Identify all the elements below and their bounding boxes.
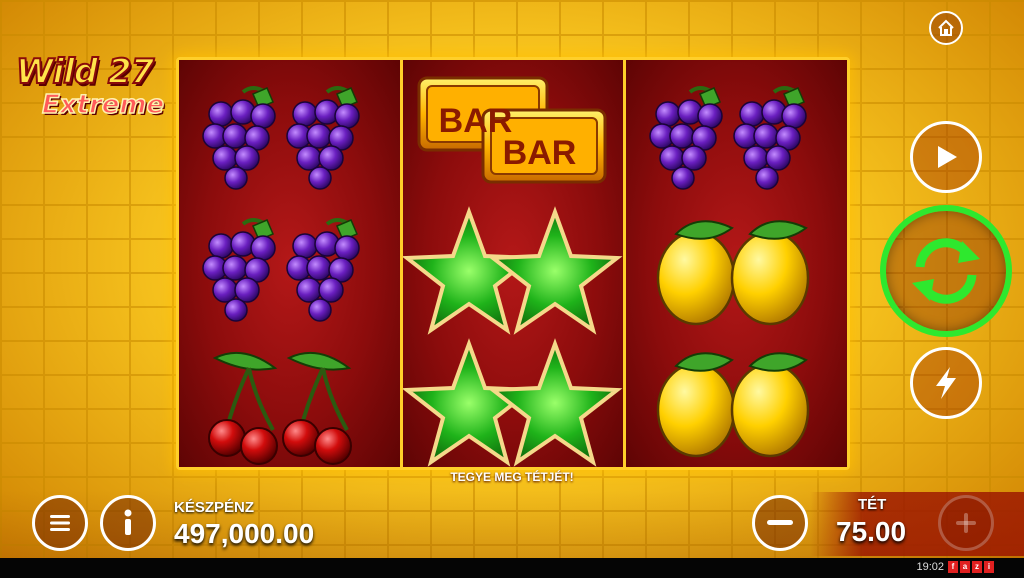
reel-2-row-1: BAR BAR — [403, 68, 624, 204]
bar-label-back: BAR — [438, 102, 513, 140]
bet-prompt-message: TEGYE MEG TÉTJÉT! — [450, 470, 574, 484]
home-icon — [938, 19, 954, 36]
reel-2-row-2 — [402, 204, 624, 340]
spin-button[interactable] — [880, 205, 1012, 337]
reel-3-row-3 — [626, 336, 847, 472]
lightning-icon — [936, 367, 956, 399]
cherries-icon — [208, 351, 352, 465]
spin-icon — [912, 238, 980, 304]
star-icon — [402, 338, 623, 467]
bet-value: 75.00 — [836, 516, 907, 547]
grapes-icon — [202, 86, 360, 190]
game-logo: Wild 27 Extreme — [8, 51, 173, 132]
star-icon — [402, 206, 623, 335]
decrease-bet-button[interactable] — [752, 495, 808, 551]
minus-icon — [767, 520, 793, 525]
info-button[interactable] — [100, 495, 156, 551]
brand-letter: a — [960, 561, 970, 573]
lemon-icon — [657, 352, 810, 458]
reel-3-row-1 — [626, 68, 847, 204]
logo-title: Wild 27 — [15, 51, 155, 93]
balance-value: 497,000.00 — [174, 518, 315, 549]
brand-logo: fazi — [948, 561, 994, 573]
status-bar: 19:02 fazi — [0, 558, 1024, 578]
reel-2-row-3 — [402, 336, 624, 472]
reel-2: BAR BAR — [402, 60, 627, 467]
reel-1-row-3 — [179, 336, 400, 472]
brand-letter: f — [948, 561, 958, 573]
reel-3 — [626, 60, 848, 467]
info-icon — [124, 509, 132, 535]
menu-icon — [50, 515, 70, 531]
grapes-icon — [202, 218, 360, 322]
plus-icon — [956, 513, 976, 533]
brand-letter: z — [972, 561, 982, 573]
home-button[interactable] — [929, 11, 963, 45]
increase-bet-button[interactable] — [938, 495, 994, 551]
brand-letter: i — [984, 561, 994, 573]
game-background: Wild 27 Extreme BAR BAR TEGYE MEG TÉTJÉT… — [0, 0, 1024, 578]
reel-1-row-2 — [179, 204, 400, 340]
play-icon — [938, 146, 957, 168]
turbo-button[interactable] — [910, 347, 982, 419]
clock: 19:02 — [916, 561, 944, 573]
lemon-icon — [657, 220, 810, 326]
reel-1 — [179, 60, 403, 467]
bar-label-front: BAR — [502, 134, 577, 172]
balance-label: KÉSZPÉNZ — [174, 499, 255, 516]
logo-subtitle: Extreme — [41, 89, 165, 121]
reel-window: BAR BAR — [176, 57, 850, 470]
menu-button[interactable] — [32, 495, 88, 551]
reel-3-row-2 — [626, 204, 847, 340]
autoplay-button[interactable] — [910, 121, 982, 193]
bet-label: TÉT — [858, 496, 887, 513]
grapes-icon — [649, 86, 808, 190]
reel-1-row-1 — [179, 68, 400, 204]
